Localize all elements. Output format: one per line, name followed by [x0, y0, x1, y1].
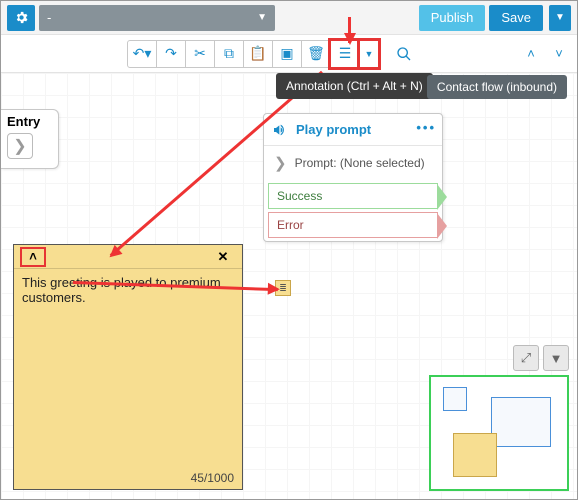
- gear-button[interactable]: [7, 5, 35, 31]
- delete-icon: 🗑: [307, 45, 325, 62]
- chevron-up-icon: ˄: [29, 249, 37, 264]
- header-bar: - ▼ Publish Save ▼: [1, 1, 577, 35]
- caret-down-icon: ▼: [365, 49, 374, 59]
- annotation-collapse-button[interactable]: ˄: [20, 247, 46, 267]
- branch-error-label: Error: [277, 218, 304, 232]
- callout-arrow: [348, 17, 351, 43]
- minimap-toggle-button[interactable]: ▼: [543, 345, 569, 371]
- minimap[interactable]: [429, 375, 569, 491]
- node-prompt-row[interactable]: ❯ Prompt: (None selected): [264, 146, 442, 180]
- caret-down-icon: ▼: [555, 12, 565, 23]
- undo-icon: ↶▾: [133, 45, 152, 62]
- annotation-tooltip: Annotation (Ctrl + Alt + N): [276, 73, 433, 99]
- annotation-icon: ☰: [339, 45, 352, 62]
- entry-output-handle[interactable]: ❯: [7, 133, 33, 159]
- tool-group: ↶▾ ↷ ✂ ⧉ 📋 ▣ 🗑 ☰ ▼: [127, 40, 379, 68]
- speaker-icon: [272, 122, 288, 138]
- cut-icon: ✂: [194, 45, 206, 62]
- paste-icon: 📋: [249, 45, 266, 62]
- arrange-icon: ▣: [280, 45, 293, 62]
- entry-block[interactable]: Entry ❯: [1, 109, 59, 169]
- chevron-down-icon: ˅: [555, 46, 563, 61]
- minimap-fit-button[interactable]: ⤢: [513, 345, 539, 371]
- caret-down-icon: ▼: [550, 351, 563, 366]
- save-button[interactable]: Save: [489, 5, 543, 31]
- save-label: Save: [501, 10, 531, 25]
- search-icon: [396, 46, 412, 62]
- collapse-up-button[interactable]: ˄: [519, 42, 543, 66]
- entry-label: Entry: [1, 110, 58, 133]
- branch-success-label: Success: [277, 189, 322, 203]
- undo-button[interactable]: ↶▾: [127, 40, 157, 68]
- redo-button[interactable]: ↷: [156, 40, 186, 68]
- close-icon: ✕: [218, 249, 229, 265]
- branch-success[interactable]: Success: [268, 183, 438, 209]
- annotation-header: ˄ ✕: [14, 245, 242, 269]
- minimap-tools: ⤢ ▼: [513, 345, 569, 371]
- node-title: Play prompt: [296, 122, 371, 137]
- copy-icon: ⧉: [224, 45, 234, 62]
- annotation-text[interactable]: This greeting is played to premium custo…: [14, 269, 242, 311]
- annotation-note[interactable]: ˄ ✕ This greeting is played to premium c…: [13, 244, 243, 490]
- minimap-annotation: [453, 433, 497, 477]
- arrange-button[interactable]: ▣: [272, 40, 302, 68]
- node-header[interactable]: Play prompt •••: [264, 114, 442, 146]
- save-dropdown-button[interactable]: ▼: [549, 5, 571, 31]
- flow-select-dropdown[interactable]: - ▼: [39, 5, 275, 31]
- annotation-dropdown-button[interactable]: ▼: [359, 40, 379, 68]
- annotation-close-button[interactable]: ✕: [210, 247, 236, 267]
- minimap-node: [443, 387, 467, 411]
- prompt-value: Prompt: (None selected): [295, 156, 425, 170]
- chevron-right-icon: ❯: [274, 154, 287, 172]
- chevron-up-icon: ˄: [527, 46, 535, 61]
- redo-icon: ↷: [165, 45, 177, 62]
- paste-button[interactable]: 📋: [243, 40, 273, 68]
- play-prompt-node[interactable]: Play prompt ••• ❯ Prompt: (None selected…: [263, 113, 443, 242]
- publish-button[interactable]: Publish: [419, 5, 486, 31]
- branch-error[interactable]: Error: [268, 212, 438, 238]
- toolbar-right: ˄ ˅: [519, 42, 571, 66]
- flow-select-label: -: [47, 10, 51, 25]
- publish-label: Publish: [431, 10, 474, 25]
- annotation-char-count: 45/1000: [191, 471, 234, 485]
- node-more-button[interactable]: •••: [416, 120, 436, 135]
- cut-button[interactable]: ✂: [185, 40, 215, 68]
- flow-type-pill: Contact flow (inbound): [427, 75, 567, 99]
- toolbar: ↶▾ ↷ ✂ ⧉ 📋 ▣ 🗑 ☰ ▼ ˄ ˅: [1, 35, 577, 73]
- minimap-node: [491, 397, 551, 447]
- copy-button[interactable]: ⧉: [214, 40, 244, 68]
- fit-icon: ⤢: [521, 350, 531, 366]
- expand-down-button[interactable]: ˅: [547, 42, 571, 66]
- caret-down-icon: ▼: [257, 12, 267, 23]
- chevron-right-icon: ❯: [13, 136, 26, 156]
- search-button[interactable]: [389, 40, 419, 68]
- gear-icon: [14, 10, 29, 25]
- delete-button[interactable]: 🗑: [301, 40, 331, 68]
